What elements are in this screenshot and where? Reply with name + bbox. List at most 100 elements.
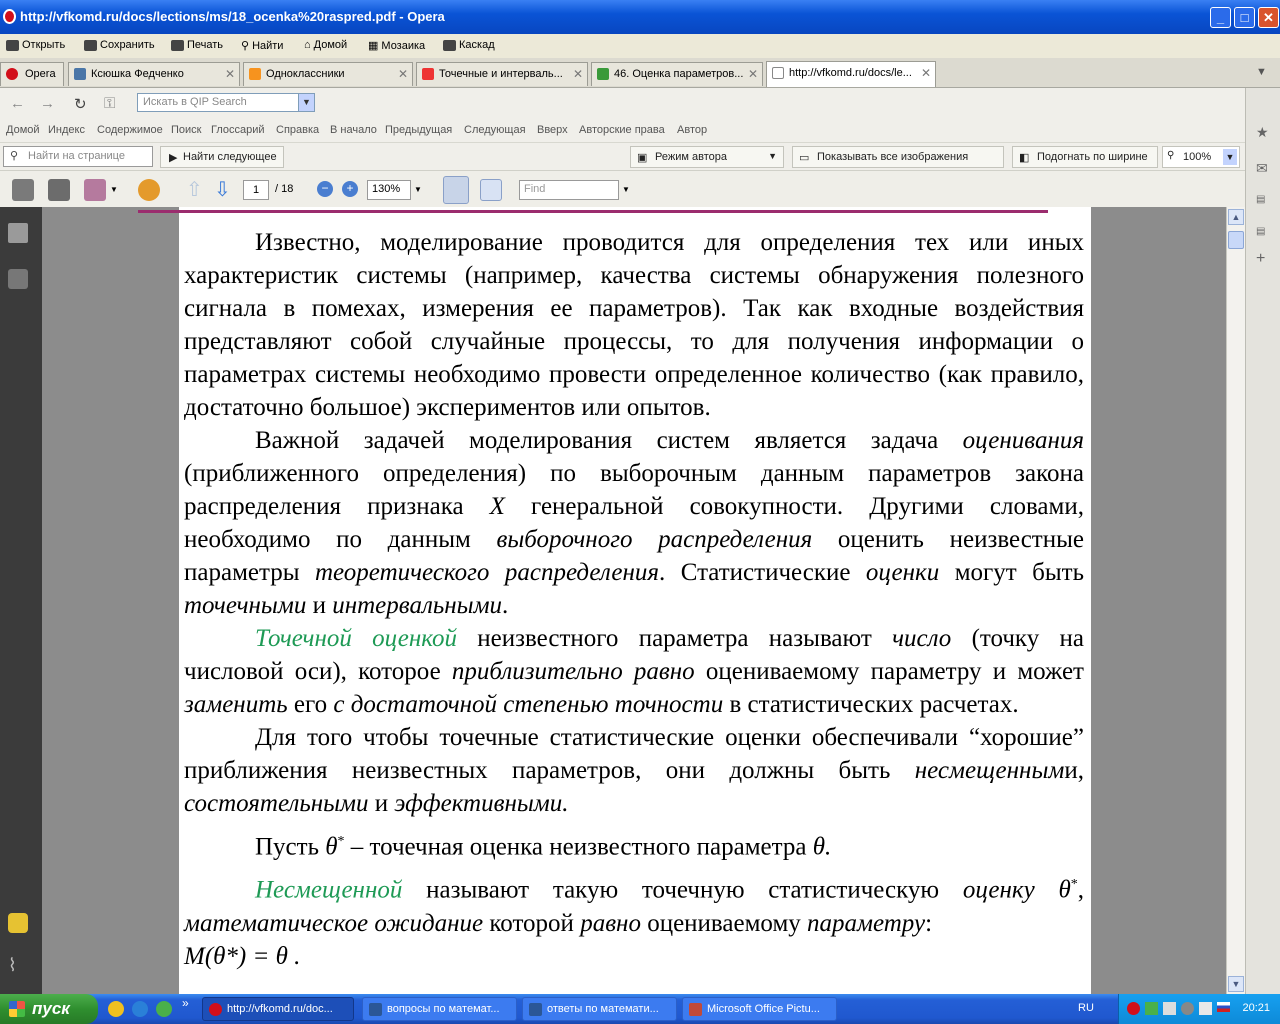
add-panel-icon[interactable]: + xyxy=(1256,250,1265,268)
tab-point-interval[interactable]: Точечные и интерваль... ✕ xyxy=(416,62,588,86)
navlink-up[interactable]: Вверх xyxy=(537,124,568,136)
notes-icon-2[interactable]: ▤ xyxy=(1256,226,1265,237)
reload-icon[interactable]: ↻ xyxy=(74,95,87,113)
page-zoom-select[interactable]: ⚲ 100% ▼ xyxy=(1162,146,1240,168)
find-on-page-input[interactable]: ⚲ Найти на странице xyxy=(3,146,153,167)
navlink-search[interactable]: Поиск xyxy=(171,124,201,136)
key-icon[interactable]: ⚿ xyxy=(104,95,115,112)
back-icon[interactable]: ← xyxy=(10,95,25,112)
fit-page-icon[interactable] xyxy=(443,176,469,204)
navlink-contents[interactable]: Содержимое xyxy=(97,124,163,136)
arrow-up-icon[interactable]: ⇧ xyxy=(186,177,203,202)
zoom-input[interactable]: 130% xyxy=(367,180,411,200)
close-icon[interactable]: ✕ xyxy=(398,67,408,81)
navlink-glossary[interactable]: Глоссарий xyxy=(211,124,265,136)
qip-search-input[interactable]: Искать в QIP Search ▼ xyxy=(137,93,315,112)
bookmarks-star-icon[interactable]: ★ xyxy=(1256,124,1269,141)
navlink-author[interactable]: Автор xyxy=(677,124,707,136)
menu-find[interactable]: ⚲ Найти xyxy=(241,39,283,53)
navlink-first[interactable]: В начало xyxy=(330,124,377,136)
quicklaunch-icon-3[interactable] xyxy=(156,1001,172,1017)
tab-fedchenko[interactable]: Ксюшка Федченко ✕ xyxy=(68,62,240,86)
window-title: http://vfkomd.ru/docs/lections/ms/18_oce… xyxy=(20,9,445,24)
navlink-index[interactable]: Индекс xyxy=(48,124,85,136)
menu-save[interactable]: Сохранить xyxy=(84,39,155,51)
tab-parameter-estimation[interactable]: 46. Оценка параметров... ✕ xyxy=(591,62,763,86)
zoom-out-icon[interactable]: − xyxy=(317,181,333,197)
maximize-button[interactable]: □ xyxy=(1234,7,1255,28)
tab-pdf[interactable]: http://vfkomd.ru/docs/le... ✕ xyxy=(766,61,936,87)
chevron-down-icon[interactable]: ▼ xyxy=(110,185,118,194)
chevron-down-icon[interactable]: ▼ xyxy=(298,94,314,111)
close-icon[interactable]: ✕ xyxy=(573,67,583,81)
pages-icon[interactable] xyxy=(8,223,28,243)
menu-cascade[interactable]: Каскад xyxy=(443,39,495,51)
header-rule xyxy=(138,210,1048,213)
chevron-more-icon[interactable]: » xyxy=(182,996,189,1010)
fit-width-button[interactable]: ◧ Подогнать по ширине xyxy=(1012,146,1158,168)
scroll-thumb[interactable] xyxy=(1228,231,1244,249)
chevron-down-icon[interactable]: ▼ xyxy=(1223,149,1237,165)
author-mode-select[interactable]: ▣ Режим автора ▼ xyxy=(630,146,784,168)
show-images-button[interactable]: ▭ Показывать все изображения xyxy=(792,146,1004,168)
tab-list-icon[interactable]: ▼ xyxy=(1256,66,1267,78)
close-icon[interactable]: ✕ xyxy=(921,66,931,80)
taskbar-item-word-1[interactable]: вопросы по математ... xyxy=(362,997,517,1021)
network-tray-icon[interactable] xyxy=(1163,1002,1176,1015)
antivirus-tray-icon[interactable] xyxy=(1199,1002,1212,1015)
fullscreen-icon[interactable] xyxy=(480,179,502,201)
collaborate-icon[interactable] xyxy=(138,179,160,201)
save-icon[interactable] xyxy=(48,179,70,201)
menu-open[interactable]: Открыть xyxy=(6,39,65,51)
navlink-next[interactable]: Следующая xyxy=(464,124,526,136)
page-number-input[interactable]: 1 xyxy=(243,180,269,200)
volume-tray-icon[interactable] xyxy=(1181,1002,1194,1015)
scroll-down-icon[interactable]: ▼ xyxy=(1228,976,1244,992)
minimize-button[interactable]: _ xyxy=(1210,7,1231,28)
find-next-button[interactable]: ▶ Найти следующее xyxy=(160,146,284,168)
mail-icon[interactable]: ✉ xyxy=(1256,160,1268,177)
taskbar-item-opera[interactable]: http://vfkomd.ru/doc... xyxy=(202,997,354,1021)
tab-odnoklassniki[interactable]: Одноклассники ✕ xyxy=(243,62,413,86)
cascade-icon xyxy=(443,39,456,51)
close-button[interactable]: ✕ xyxy=(1258,7,1279,28)
notes-icon[interactable]: ▤ xyxy=(1256,194,1265,205)
paragraph-3: Точечной оценкой неизвестного параметра … xyxy=(184,625,1084,718)
zoom-in-icon[interactable]: + xyxy=(342,181,358,197)
navlink-help[interactable]: Справка xyxy=(276,124,319,136)
menu-print[interactable]: Печать xyxy=(171,39,223,51)
print-icon[interactable] xyxy=(12,179,34,201)
chevron-down-icon[interactable]: ▼ xyxy=(414,185,422,194)
close-icon[interactable]: ✕ xyxy=(748,67,758,81)
language-indicator[interactable]: RU xyxy=(1078,1002,1094,1014)
share-icon[interactable] xyxy=(84,179,106,201)
quicklaunch-icon-2[interactable] xyxy=(132,1001,148,1017)
navlink-copyright[interactable]: Авторские права xyxy=(579,124,665,136)
qip-tray-icon[interactable] xyxy=(1145,1002,1158,1015)
home-icon: ⌂ xyxy=(304,39,311,51)
opera-tray-icon[interactable] xyxy=(1127,1002,1140,1015)
flag-tray-icon[interactable] xyxy=(1217,1002,1230,1012)
quicklaunch-icon-1[interactable] xyxy=(108,1001,124,1017)
scroll-up-icon[interactable]: ▲ xyxy=(1228,209,1244,225)
find-input[interactable]: Find xyxy=(519,180,619,200)
bookmarks-icon[interactable] xyxy=(8,269,28,289)
close-icon[interactable]: ✕ xyxy=(225,67,235,81)
forward-icon[interactable]: → xyxy=(40,95,55,112)
navlink-previous[interactable]: Предыдущая xyxy=(385,124,452,136)
window-titlebar[interactable]: http://vfkomd.ru/docs/lections/ms/18_oce… xyxy=(0,0,1280,34)
tab-opera-menu[interactable]: Opera xyxy=(0,62,64,86)
arrow-down-icon[interactable]: ⇩ xyxy=(214,177,231,202)
yandex-icon xyxy=(422,68,434,80)
clock[interactable]: 20:21 xyxy=(1242,1002,1270,1014)
vertical-scrollbar[interactable]: ▲ ▼ xyxy=(1226,207,1245,994)
taskbar-item-picture-manager[interactable]: Microsoft Office Pictu... xyxy=(682,997,837,1021)
menu-tile[interactable]: ▦ Мозаика xyxy=(368,39,425,53)
attachment-icon[interactable]: ⌇ xyxy=(8,955,28,975)
taskbar-item-word-2[interactable]: ответы по математи... xyxy=(522,997,677,1021)
navlink-home[interactable]: Домой xyxy=(6,124,40,136)
comments-icon[interactable] xyxy=(8,913,28,933)
start-button[interactable]: пуск xyxy=(0,994,98,1024)
menu-home[interactable]: ⌂ Домой xyxy=(304,39,347,51)
chevron-down-icon[interactable]: ▼ xyxy=(622,185,630,194)
